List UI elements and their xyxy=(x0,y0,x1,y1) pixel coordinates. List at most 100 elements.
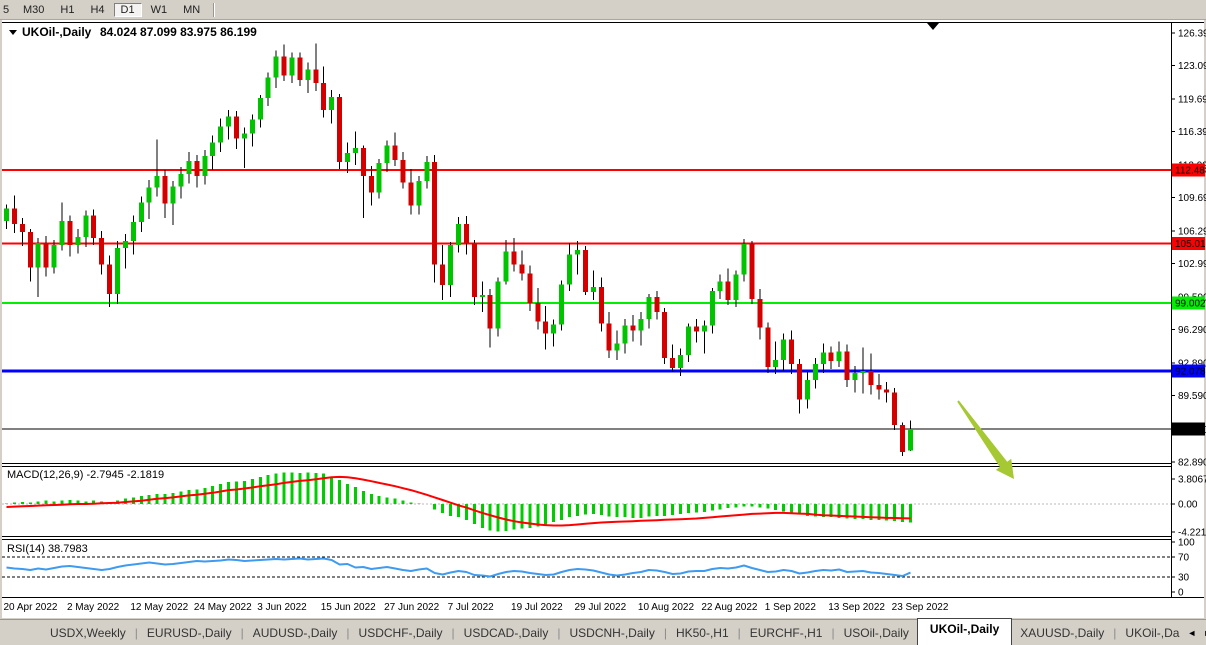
candle-body xyxy=(147,188,152,203)
candle-body xyxy=(12,208,17,224)
axis-tick-label: 119.690 xyxy=(1178,95,1206,106)
candle-body xyxy=(599,287,604,323)
date-axis-label: 7 Jul 2022 xyxy=(448,602,495,613)
candle-body xyxy=(821,352,826,364)
candle-body xyxy=(789,339,794,364)
timeframe-button-w1[interactable]: W1 xyxy=(144,3,175,17)
candle-body xyxy=(448,245,453,285)
timeframe-button-d1[interactable]: D1 xyxy=(114,3,142,17)
candle-body xyxy=(773,360,778,367)
candle-body xyxy=(416,181,421,206)
timeframe-button-mn[interactable]: MN xyxy=(176,3,207,17)
timeframe-button-h4[interactable]: H4 xyxy=(83,3,111,17)
candle-body xyxy=(638,319,643,331)
candle-body xyxy=(837,351,842,361)
axis-tick-label: 102.990 xyxy=(1178,259,1206,270)
tab-eurchf-h1[interactable]: EURCHF-,H1 xyxy=(742,623,831,643)
timeframe-button-5[interactable]: 5 xyxy=(1,3,14,17)
candle-body xyxy=(646,297,651,319)
date-axis-label: 29 Jul 2022 xyxy=(574,602,626,613)
tab-usdcad-daily[interactable]: USDCAD-,Daily xyxy=(456,623,557,643)
candle-body xyxy=(734,274,739,300)
candle-body xyxy=(678,355,683,368)
date-axis-label: 12 May 2022 xyxy=(130,602,188,613)
candle-body xyxy=(591,287,596,292)
tab-eurusd-daily[interactable]: EURUSD-,Daily xyxy=(139,623,240,643)
candle-body xyxy=(726,281,731,300)
tab-usdx-weekly[interactable]: USDX,Weekly xyxy=(42,623,134,643)
candle-body xyxy=(718,281,723,291)
candle-body xyxy=(258,98,263,120)
tab-scroll-left-icon[interactable]: ◄ xyxy=(1187,628,1196,638)
chart-title-symbol: UKOil-,Daily xyxy=(22,25,92,39)
tab-ukoil-da[interactable]: UKOil-,Da xyxy=(1117,623,1187,643)
candle-body xyxy=(377,163,382,193)
candle-body xyxy=(512,252,517,265)
tab-hk50-h1[interactable]: HK50-,H1 xyxy=(668,623,737,643)
candle-body xyxy=(559,284,564,324)
trading-terminal-window: 126.390123.090119.690116.390112.990109.6… xyxy=(0,0,1206,645)
candle-body xyxy=(83,215,88,237)
candle-body xyxy=(488,295,493,329)
axis-tick-label: 96.290 xyxy=(1178,325,1206,336)
candle-body xyxy=(900,425,905,452)
candle-body xyxy=(654,297,659,312)
timeframe-button-m30[interactable]: M30 xyxy=(16,3,51,17)
axis-tick-label: 0.00 xyxy=(1178,500,1198,511)
candle-body xyxy=(266,77,271,98)
candle-body xyxy=(615,343,620,350)
chart-title-ohlc: 84.024 87.099 83.975 86.199 xyxy=(100,25,257,39)
date-axis-label: 24 May 2022 xyxy=(194,602,252,613)
candle-body xyxy=(67,221,72,245)
tab-audusd-daily[interactable]: AUDUSD-,Daily xyxy=(245,623,346,643)
date-axis-label: 15 Jun 2022 xyxy=(321,602,376,613)
tab-xauusd-daily[interactable]: XAUUSD-,Daily xyxy=(1012,623,1112,643)
candle-body xyxy=(60,221,65,245)
candle-body xyxy=(186,161,191,174)
candle-body xyxy=(297,58,302,81)
axis-tick-label: 82.890 xyxy=(1178,457,1206,468)
candle-body xyxy=(20,224,25,232)
candle-body xyxy=(194,161,199,176)
candle-body xyxy=(242,133,247,138)
axis-tick-label: 126.390 xyxy=(1178,29,1206,40)
candle-body xyxy=(892,393,897,426)
candle-body xyxy=(607,324,612,351)
candle-body xyxy=(662,312,667,358)
candle-body xyxy=(710,291,715,325)
candle-body xyxy=(44,243,49,268)
timeframe-button-h1[interactable]: H1 xyxy=(53,3,81,17)
candle-body xyxy=(630,326,635,331)
candle-body xyxy=(163,176,168,204)
candle-body xyxy=(329,97,334,110)
candle-body xyxy=(131,222,136,241)
price-badge-label: 105.013 xyxy=(1175,239,1206,250)
candle-body xyxy=(345,153,350,162)
tab-usdcnh-daily[interactable]: USDCNH-,Daily xyxy=(561,623,662,643)
candle-body xyxy=(575,250,580,255)
symbol-tab-bar: USDX,Weekly|EURUSD-,Daily|AUDUSD-,Daily|… xyxy=(0,619,1206,645)
rsi-indicator-label: RSI(14) 38.7983 xyxy=(7,543,88,555)
candle-body xyxy=(432,162,437,265)
candle-body xyxy=(424,162,429,181)
candle-body xyxy=(218,127,223,143)
candle-body xyxy=(749,244,754,299)
candle-body xyxy=(583,250,588,292)
candle-body xyxy=(535,303,540,322)
date-axis-label: 10 Aug 2022 xyxy=(638,602,695,613)
axis-tick-label: 89.590 xyxy=(1178,391,1206,402)
candle-body xyxy=(234,117,239,139)
tab-usoil-daily[interactable]: USOil-,Daily xyxy=(836,623,917,643)
candle-body xyxy=(853,373,858,380)
tab-ukoil-daily[interactable]: UKOil-,Daily xyxy=(917,618,1012,645)
candle-body xyxy=(797,364,802,399)
candle-body xyxy=(765,328,770,367)
candle-body xyxy=(876,385,881,390)
candle-body xyxy=(91,215,96,238)
tab-usdchf-daily[interactable]: USDCHF-,Daily xyxy=(351,623,451,643)
candle-body xyxy=(694,327,699,332)
candle-body xyxy=(361,148,366,176)
candle-body xyxy=(440,265,445,286)
candle-body xyxy=(282,57,287,76)
candle-body xyxy=(36,243,41,268)
